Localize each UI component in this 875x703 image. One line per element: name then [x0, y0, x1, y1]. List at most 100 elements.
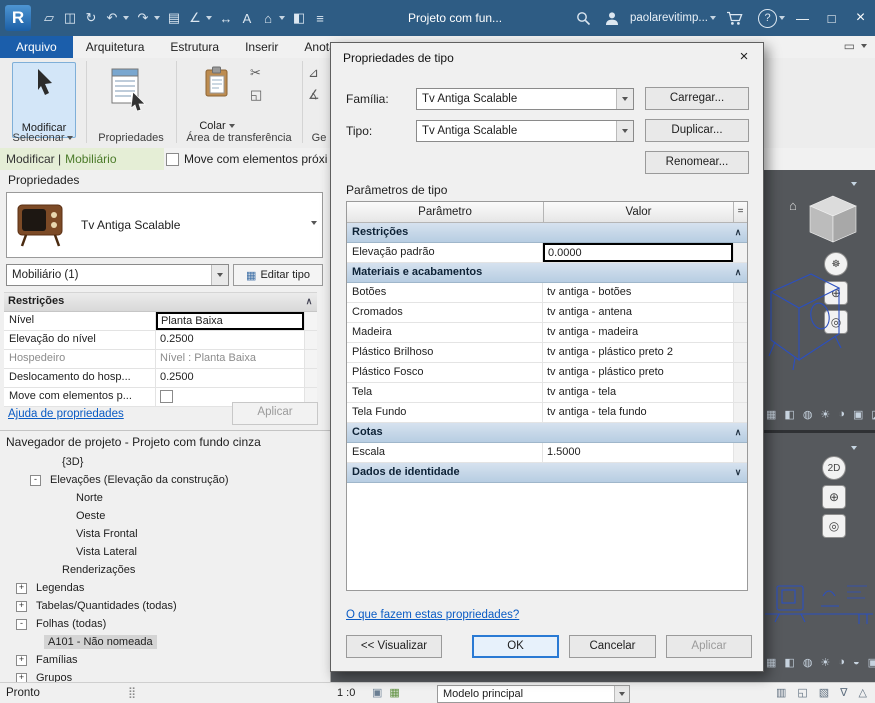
property-value-editor[interactable]: Planta Baixa	[156, 312, 304, 330]
detail-level-icon[interactable]: ◧	[784, 656, 794, 669]
palette-apply-button[interactable]: Aplicar	[232, 402, 318, 425]
move-with-nearby-checkbox[interactable]	[166, 152, 179, 166]
parameter-value[interactable]: tv antiga - botões	[543, 283, 733, 302]
tree-item-vista-frontal[interactable]: Vista Frontal	[0, 525, 330, 543]
tab-arquivo[interactable]: Arquivo	[0, 36, 73, 58]
application-menu-button[interactable]: R	[5, 5, 31, 31]
dialog-help-link[interactable]: O que fazem estas propriedades?	[346, 609, 519, 621]
detail-level-icon[interactable]: ◧	[784, 408, 794, 421]
dialog-section-cotas[interactable]: Cotas ∧	[347, 423, 747, 443]
tree-item-familias[interactable]: + Famílias	[0, 651, 330, 669]
thin-lines-icon[interactable]: ≡	[310, 11, 330, 26]
links-icon[interactable]: ◱	[797, 686, 807, 699]
exclude-options-icon[interactable]: ▧	[819, 686, 829, 699]
scale-icon[interactable]: ▦	[766, 656, 776, 669]
cut-icon[interactable]: ✂	[250, 66, 262, 79]
collapse-icon[interactable]: -	[16, 618, 27, 630]
move-with-nearby-option[interactable]: Move com elementos próxim	[166, 148, 328, 170]
help-menu-caret-icon[interactable]	[779, 16, 785, 20]
palette-section-restricoes[interactable]: Restrições ∧	[4, 293, 317, 312]
property-value[interactable]: 0.2500	[156, 331, 304, 349]
default-3d-view-icon[interactable]: ⌂	[258, 11, 278, 26]
dialog-section-restricoes[interactable]: Restrições ∧	[347, 223, 747, 243]
tree-item-tabelas-quantidades-todas[interactable]: + Tabelas/Quantidades (todas)	[0, 597, 330, 615]
copy-icon[interactable]: ◱	[250, 88, 262, 101]
view-title-caret-icon[interactable]	[851, 175, 860, 189]
selection-toggle-icon[interactable]: △	[859, 686, 867, 699]
rendering-icon[interactable]: ◒	[853, 656, 860, 669]
type-selector-caret-icon[interactable]	[311, 221, 317, 225]
modify-button[interactable]: Modificar	[12, 62, 76, 138]
tree-item-norte[interactable]: Norte	[0, 489, 330, 507]
tree-item-a101-nao-nomeada[interactable]: A101 - Não nomeada	[0, 633, 330, 651]
parameter-column-header[interactable]: Parâmetro	[347, 202, 544, 222]
measure-icon[interactable]: ∠	[185, 10, 205, 26]
parameter-value[interactable]: tv antiga - antena	[543, 303, 733, 322]
default-3d-view-icon-caret[interactable]	[279, 16, 285, 20]
parameter-value[interactable]: tv antiga - tela fundo	[543, 403, 733, 422]
tree-item-folhas-todas[interactable]: - Folhas (todas)	[0, 615, 330, 633]
property-value[interactable]: 0.2500	[156, 369, 304, 387]
visual-style-icon[interactable]: ◍	[803, 408, 813, 421]
tree-item-grupos[interactable]: + Grupos	[0, 669, 330, 683]
2d-wheel-icon[interactable]: 2D	[822, 456, 846, 480]
viewcube-home-icon[interactable]: ⌂	[789, 198, 797, 213]
dialog-section-materiais-e-acabamentos[interactable]: Materiais e acabamentos ∧	[347, 263, 747, 283]
save-icon[interactable]: ◫	[60, 10, 80, 26]
minimize-button[interactable]: —	[788, 0, 817, 36]
help-icon[interactable]: ?	[758, 8, 777, 28]
property-value[interactable]: Planta Baixa	[156, 312, 304, 330]
family-dropdown[interactable]: Tv Antiga Scalable	[416, 88, 634, 110]
parameter-value-editor[interactable]: 0.0000	[543, 243, 733, 262]
type-dropdown[interactable]: Tv Antiga Scalable	[416, 120, 634, 142]
worksets-icon[interactable]: ▥	[776, 686, 786, 699]
design-option-dropdown[interactable]: Modelo principal	[437, 685, 630, 703]
design-options-icon[interactable]: ▦	[389, 686, 399, 699]
dialog-apply-button[interactable]: Aplicar	[666, 635, 752, 658]
ribbon-display-icon[interactable]: ▭	[844, 39, 855, 53]
zoom-icon[interactable]: ⊕	[822, 485, 846, 509]
sun-path-icon[interactable]: ☀	[820, 656, 830, 669]
duplicate-button[interactable]: Duplicar...	[645, 119, 749, 142]
parameter-value[interactable]: tv antiga - plástico preto	[543, 363, 733, 382]
join-geometry-icon[interactable]: ⊿	[308, 66, 320, 79]
load-button[interactable]: Carregar...	[645, 87, 749, 110]
visual-style-icon[interactable]: ◍	[803, 656, 813, 669]
shadows-icon[interactable]: ◑	[838, 408, 845, 421]
tree-item-oeste[interactable]: Oeste	[0, 507, 330, 525]
section-icon[interactable]: ◧	[289, 10, 309, 26]
maximize-button[interactable]: □	[817, 0, 846, 36]
crop-view-icon[interactable]: ▣	[868, 656, 875, 669]
dialog-close-icon[interactable]: ×	[735, 48, 753, 66]
sheet-icon[interactable]: ▣	[372, 686, 382, 699]
parameter-value[interactable]: tv antiga - tela	[543, 383, 733, 402]
close-button[interactable]: ×	[846, 0, 875, 36]
parameter-value[interactable]: tv antiga - plástico preto 2	[543, 343, 733, 362]
clipboard-panel-label[interactable]: Área de transferência	[176, 130, 302, 145]
preview-button[interactable]: << Visualizar	[346, 635, 442, 658]
parameter-value[interactable]: 0.0000	[543, 243, 733, 262]
search-icon[interactable]	[576, 11, 591, 26]
select-panel-label[interactable]: Selecionar	[0, 130, 86, 145]
parameter-value[interactable]: tv antiga - madeira	[543, 323, 733, 342]
tree-item-vista-lateral[interactable]: Vista Lateral	[0, 543, 330, 561]
redo-icon-caret[interactable]	[154, 16, 160, 20]
signed-in-user[interactable]: paolarevitimp...	[630, 12, 708, 24]
cancel-button[interactable]: Cancelar	[569, 635, 656, 658]
property-value[interactable]: Nível : Planta Baixa	[156, 350, 304, 368]
filter-icon[interactable]: ∇	[840, 686, 847, 699]
print-icon[interactable]: ▤	[164, 10, 184, 26]
sync-icon[interactable]: ↻	[81, 10, 101, 26]
scale-icon[interactable]: ▦	[766, 408, 776, 421]
properties-button[interactable]	[100, 66, 156, 126]
aligned-dimension-icon[interactable]: ↔	[216, 11, 236, 26]
properties-help-link[interactable]: Ajuda de propriedades	[8, 408, 124, 420]
ribbon-state-caret-icon[interactable]	[861, 44, 867, 48]
tree-item-legendas[interactable]: + Legendas	[0, 579, 330, 597]
temporary-hide-icon[interactable]: ◪	[871, 408, 875, 421]
dialog-section-dados-de-identidade[interactable]: Dados de identidade ∨	[347, 463, 747, 483]
pan-icon[interactable]: ◎	[822, 514, 846, 538]
shadows-icon[interactable]: ◑	[838, 656, 845, 669]
tree-item-3d[interactable]: {3D}	[0, 453, 330, 471]
tab-inserir[interactable]: Inserir	[232, 36, 291, 58]
